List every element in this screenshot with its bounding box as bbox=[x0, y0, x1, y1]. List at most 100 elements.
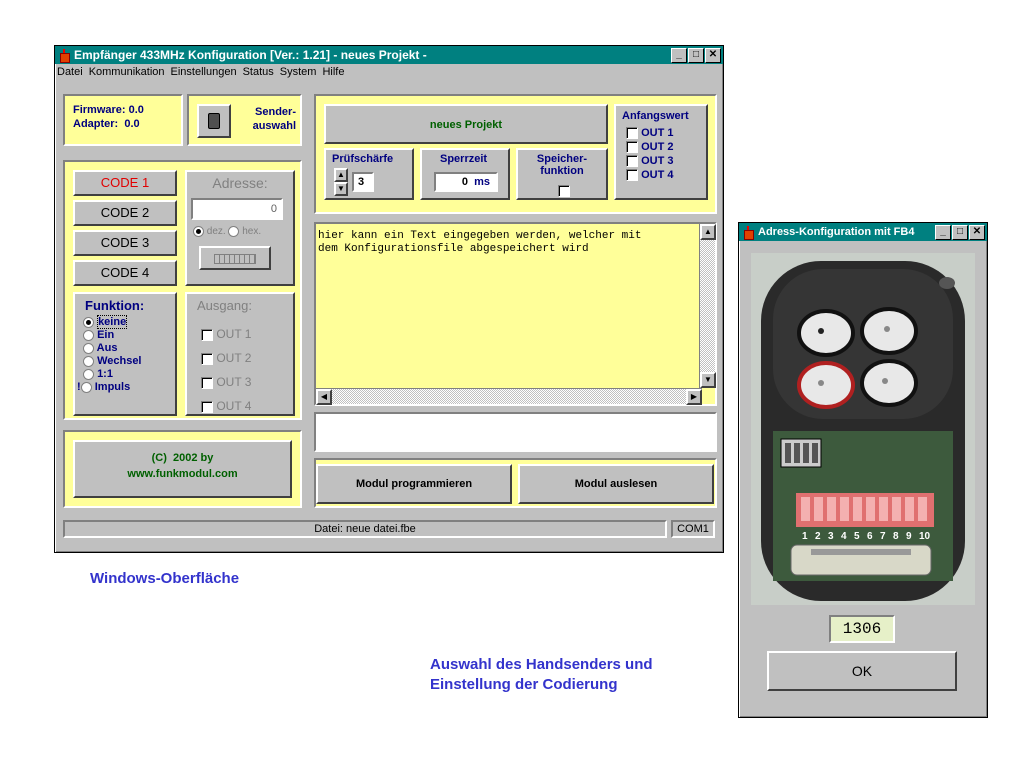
minimize-button[interactable]: _ bbox=[671, 48, 687, 63]
remote-maximize-button[interactable]: □ bbox=[952, 225, 968, 240]
code1-button[interactable]: CODE 1 bbox=[73, 170, 177, 196]
memo-vscrollbar[interactable]: ▲ ▼ bbox=[699, 224, 716, 388]
dip-number-label: 4 bbox=[841, 531, 847, 542]
hex-radio[interactable]: hex. bbox=[228, 226, 261, 237]
caption-windows: Windows-Oberfläche bbox=[90, 570, 240, 587]
dip-switch-icon bbox=[214, 254, 256, 264]
pruefschaerfe-input[interactable]: 3 bbox=[352, 172, 374, 192]
sender-label-1: Sender- bbox=[255, 106, 296, 118]
spin-down-button[interactable]: ▼ bbox=[334, 182, 348, 196]
pruefschaerfe-group: Prüfschärfe ▲ ▼ 3 bbox=[324, 148, 414, 200]
remote-minimize-button[interactable]: _ bbox=[935, 225, 951, 240]
project-panel: neues Projekt Anfangswert OUT 1 OUT 2 OU… bbox=[314, 94, 717, 214]
menu-system[interactable]: System bbox=[280, 64, 317, 80]
speicher-label-1: Speicher- bbox=[536, 153, 588, 165]
dip-number-label: 7 bbox=[880, 531, 886, 542]
menu-hilfe[interactable]: Hilfe bbox=[322, 64, 344, 80]
transmitter-icon bbox=[59, 49, 70, 63]
ausgang-out1[interactable]: OUT 1 bbox=[201, 322, 251, 346]
funktion-ein[interactable]: Ein bbox=[83, 329, 142, 342]
funktion-impuls[interactable]: ! Impuls bbox=[77, 381, 142, 394]
dip-number-label: 2 bbox=[815, 531, 821, 542]
memo-hscrollbar[interactable]: ◀ ▶ bbox=[316, 388, 702, 405]
copyright-box: (C) 2002 by www.funkmodul.com bbox=[73, 440, 292, 498]
scroll-right-button[interactable]: ▶ bbox=[686, 389, 702, 405]
dip-number-label: 8 bbox=[893, 531, 899, 542]
close-button[interactable]: ✕ bbox=[705, 48, 721, 63]
ausgang-out2[interactable]: OUT 2 bbox=[201, 346, 251, 370]
sperrzeit-input[interactable]: 0 ms bbox=[434, 172, 498, 192]
remote-button-2[interactable] bbox=[860, 307, 918, 355]
code-value-display[interactable]: 1306 bbox=[829, 615, 895, 643]
adresse-label: Adresse: bbox=[212, 175, 268, 191]
funktion-wechsel[interactable]: Wechsel bbox=[83, 355, 142, 368]
maximize-button[interactable]: □ bbox=[688, 48, 704, 63]
message-field bbox=[314, 412, 717, 452]
sender-panel: Sender- auswahl bbox=[187, 94, 302, 146]
sender-select-button[interactable] bbox=[197, 104, 231, 138]
project-name-display: neues Projekt bbox=[324, 104, 608, 144]
code2-button[interactable]: CODE 2 bbox=[73, 200, 177, 226]
main-window: Empfänger 433MHz Konfiguration [Ver.: 1.… bbox=[54, 45, 724, 553]
menu-einstellungen[interactable]: Einstellungen bbox=[171, 64, 237, 80]
funktion-1zu1[interactable]: 1:1 bbox=[83, 368, 142, 381]
spin-up-button[interactable]: ▲ bbox=[334, 168, 348, 182]
read-module-button[interactable]: Modul auslesen bbox=[518, 464, 714, 504]
remote-button-1[interactable] bbox=[797, 309, 855, 357]
scroll-down-button[interactable]: ▼ bbox=[700, 372, 716, 388]
speicher-checkbox[interactable] bbox=[558, 182, 570, 197]
ausgang-group: Ausgang: OUT 1 OUT 2 OUT 3 OUT 4 bbox=[185, 292, 295, 416]
speicher-label-2: funktion bbox=[540, 165, 584, 177]
funktion-group: Funktion: keine Ein Aus Wechsel 1:1 ! Im… bbox=[73, 292, 177, 416]
code3-button[interactable]: CODE 3 bbox=[73, 230, 177, 256]
remote-control-image: 1 2 3 4 5 6 7 8 9 10 bbox=[751, 253, 975, 605]
remote-button-3[interactable] bbox=[797, 361, 855, 409]
menu-kommunikation[interactable]: Kommunikation bbox=[89, 64, 165, 80]
menu-datei[interactable]: Datei bbox=[57, 64, 83, 80]
dip-number-label: 9 bbox=[906, 531, 912, 542]
funktion-aus[interactable]: Aus bbox=[83, 342, 142, 355]
dip-number-label: 6 bbox=[867, 531, 873, 542]
adresse-input[interactable]: 0 bbox=[191, 198, 283, 220]
anfangswert-title: Anfangswert bbox=[622, 110, 689, 122]
status-bar: Datei: neue datei.fbe COM1 bbox=[63, 520, 715, 538]
memo-text[interactable]: hier kann ein Text eingegeben werden, we… bbox=[318, 230, 690, 256]
ausgang-out3[interactable]: OUT 3 bbox=[201, 370, 251, 394]
main-title-bar: Empfänger 433MHz Konfiguration [Ver.: 1.… bbox=[55, 46, 723, 64]
funktion-keine[interactable]: keine bbox=[83, 315, 142, 329]
ausgang-out4[interactable]: OUT 4 bbox=[201, 394, 251, 418]
sender-label-2: auswahl bbox=[252, 120, 296, 132]
scroll-left-button[interactable]: ◀ bbox=[316, 389, 332, 405]
program-module-button[interactable]: Modul programmieren bbox=[316, 464, 512, 504]
code-panel: CODE 1 CODE 2 CODE 3 CODE 4 Adresse: 0 d… bbox=[63, 160, 302, 420]
remote-icon bbox=[208, 113, 220, 129]
anfangswert-out1[interactable]: OUT 1 bbox=[626, 126, 673, 140]
code4-button[interactable]: CODE 4 bbox=[73, 260, 177, 286]
dip-number-label: 10 bbox=[919, 531, 931, 542]
menu-status[interactable]: Status bbox=[243, 64, 274, 80]
ok-button[interactable]: OK bbox=[767, 651, 957, 691]
dip-number-label: 5 bbox=[854, 531, 860, 542]
remote-title-bar: Adress-Konfiguration mit FB4 _ □ ✕ bbox=[739, 223, 987, 241]
remote-close-button[interactable]: ✕ bbox=[969, 225, 985, 240]
scroll-up-button[interactable]: ▲ bbox=[700, 224, 716, 240]
remote-button-4[interactable] bbox=[860, 359, 918, 407]
copyright-panel: (C) 2002 by www.funkmodul.com bbox=[63, 430, 302, 508]
funktion-title: Funktion: bbox=[85, 298, 145, 313]
firmware-panel: Firmware: 0.0 Adapter: 0.0 bbox=[63, 94, 183, 146]
anfangswert-out4[interactable]: OUT 4 bbox=[626, 168, 673, 182]
dez-radio[interactable]: dez. bbox=[193, 226, 226, 237]
anfangswert-out3[interactable]: OUT 3 bbox=[626, 154, 673, 168]
speicher-group: Speicher- funktion bbox=[516, 148, 608, 200]
adresse-group: Adresse: 0 dez. hex. bbox=[185, 170, 295, 286]
sperrzeit-label: Sperrzeit bbox=[440, 153, 488, 165]
menu-bar: Datei Kommunikation Einstellungen Status… bbox=[55, 64, 723, 80]
pruefschaerfe-label: Prüfschärfe bbox=[332, 153, 394, 165]
adapter-label: Adapter: 0.0 bbox=[73, 118, 140, 130]
anfangswert-out2[interactable]: OUT 2 bbox=[626, 140, 673, 154]
caption-remote-1: Auswahl des Handsenders und bbox=[430, 656, 653, 673]
dip-switch-button[interactable] bbox=[199, 246, 271, 270]
dip-number-label: 3 bbox=[828, 531, 834, 542]
dip-number-label: 1 bbox=[802, 531, 808, 542]
sperrzeit-group: Sperrzeit 0 ms bbox=[420, 148, 510, 200]
